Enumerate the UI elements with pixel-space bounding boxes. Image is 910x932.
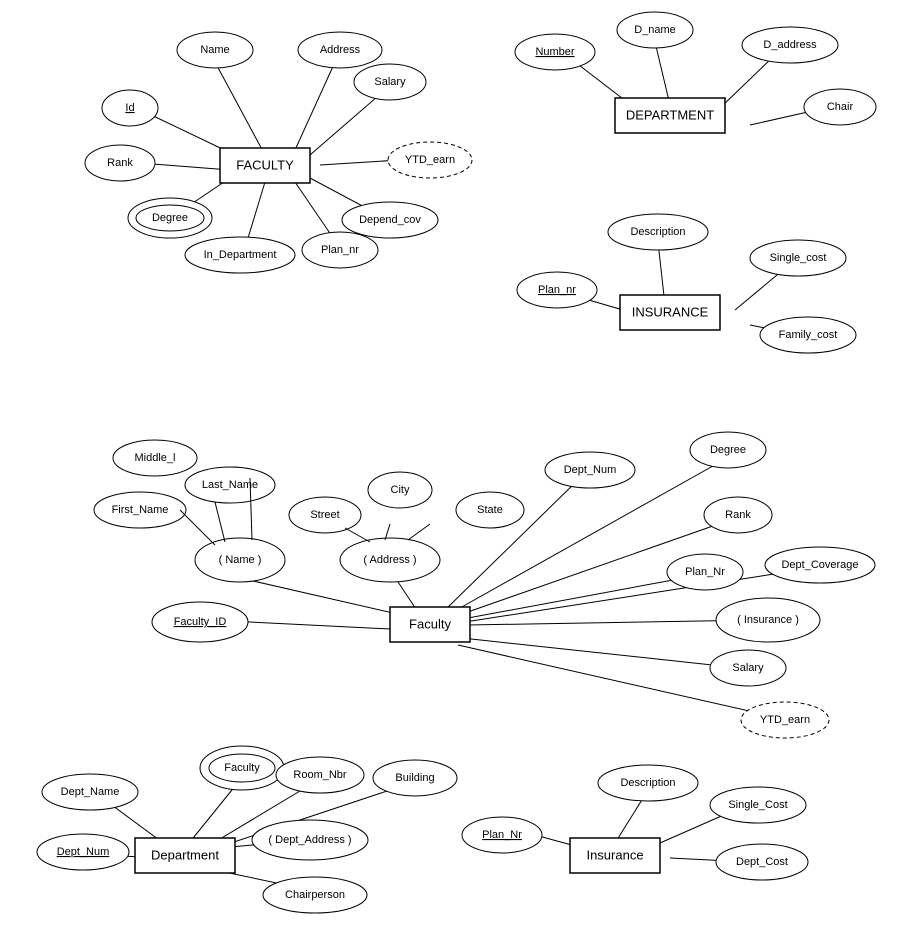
faculty-plannr-label: Plan_nr <box>321 244 359 256</box>
dept-chair-label: Chair <box>827 101 854 113</box>
faculty-rank-label: Rank <box>107 157 133 169</box>
faculty-id-label: Id <box>125 102 134 114</box>
bot-ins-deptcost-label: Dept_Cost <box>736 856 788 868</box>
mid-salary-label: Salary <box>732 662 764 674</box>
faculty-degree-label: Degree <box>152 212 188 224</box>
bot-deptaddr-composite-label: ( Dept_Address ) <box>268 834 351 846</box>
department-bot-label: Department <box>151 847 219 862</box>
mid-firstname-label: First_Name <box>112 504 169 516</box>
bot-ins-single-label: Single_Cost <box>728 799 787 811</box>
mid-address-composite-label: ( Address ) <box>363 554 416 566</box>
mid-deptcov-label: Dept_Coverage <box>781 559 858 571</box>
insurance-bot-label: Insurance <box>586 847 643 862</box>
bot-ins-plannr-label: Plan_Nr <box>482 829 522 841</box>
faculty-depend-label: Depend_cov <box>359 214 421 226</box>
ins-single-label: Single_cost <box>770 252 827 264</box>
ins-plannr-label: Plan_nr <box>538 284 576 296</box>
mid-facultyid-label: Faculty_ID <box>174 616 227 628</box>
mid-name-composite-label: ( Name ) <box>219 554 262 566</box>
bot-building-label: Building <box>395 772 434 784</box>
mid-city-label: City <box>391 484 410 496</box>
mid-ytd-label: YTD_earn <box>760 714 810 726</box>
diagram-container: FACULTY Name Address Salary YTD_earn Dep… <box>0 0 910 932</box>
mid-middlel-label: Middle_l <box>135 452 176 464</box>
er-diagram-svg: FACULTY Name Address Salary YTD_earn Dep… <box>0 0 910 932</box>
department-label: DEPARTMENT <box>626 107 714 122</box>
mid-plannr-label: Plan_Nr <box>685 566 725 578</box>
bot-deptnum-label: Dept_Num <box>57 846 110 858</box>
mid-street-label: Street <box>310 509 339 521</box>
faculty-mid-label: Faculty <box>409 616 451 631</box>
dept-dname-label: D_name <box>634 24 676 36</box>
faculty-address-label: Address <box>320 44 361 56</box>
bot-deptname-label: Dept_Name <box>61 786 120 798</box>
faculty-ytd-label: YTD_earn <box>405 154 455 166</box>
mid-degree-label: Degree <box>710 444 746 456</box>
faculty-salary-label: Salary <box>374 76 406 88</box>
mid-insurance-composite-label: ( Insurance ) <box>737 614 799 626</box>
dept-number-label: Number <box>535 46 574 58</box>
bot-chairperson-label: Chairperson <box>285 889 345 901</box>
mid-state-label: State <box>477 504 503 516</box>
mid-rank-label: Rank <box>725 509 751 521</box>
dept-daddress-label: D_address <box>763 39 817 51</box>
bot-faculty-label: Faculty <box>224 762 260 774</box>
insurance-label: INSURANCE <box>632 304 709 319</box>
faculty-name-label: Name <box>200 44 229 56</box>
ins-family-label: Family_cost <box>779 329 838 341</box>
ins-desc-label: Description <box>630 226 685 238</box>
mid-deptnum-label: Dept_Num <box>564 464 617 476</box>
bot-ins-desc-label: Description <box>620 777 675 789</box>
faculty-label: FACULTY <box>236 157 294 172</box>
faculty-indept-label: In_Department <box>204 249 277 261</box>
bot-roomnbr-label: Room_Nbr <box>293 769 347 781</box>
